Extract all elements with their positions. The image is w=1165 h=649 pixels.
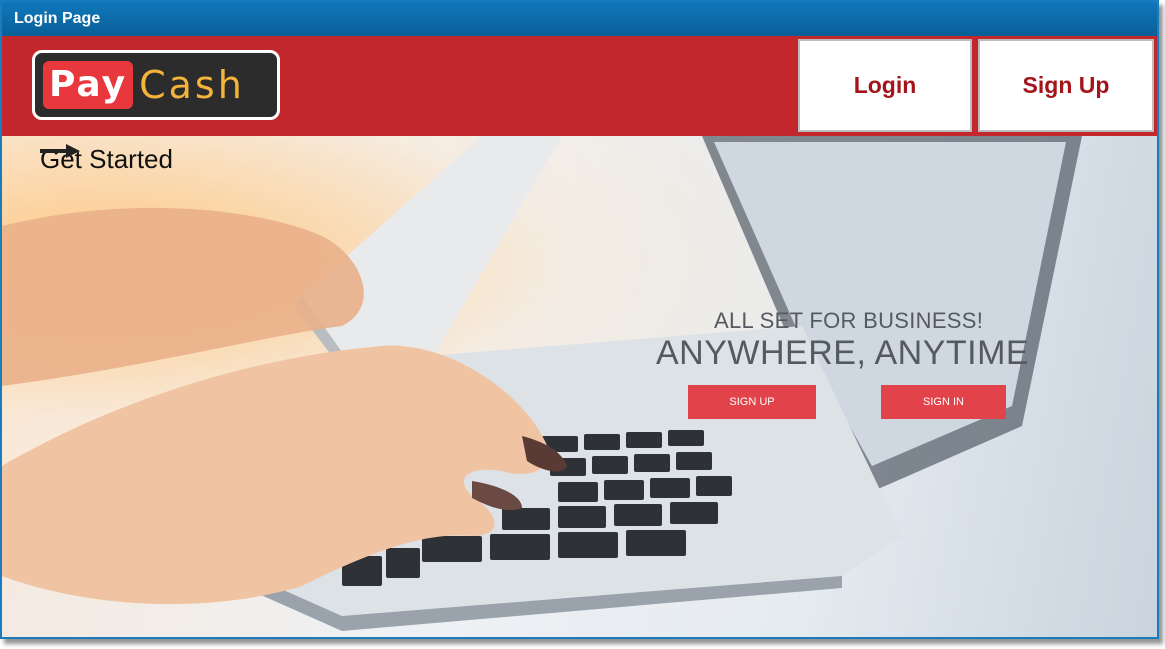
paycash-logo[interactable]: Pay Cash bbox=[32, 50, 280, 120]
sign-up-button[interactable]: Sign Up bbox=[978, 39, 1154, 132]
window-title: Login Page bbox=[2, 2, 1157, 36]
hero-sign-up-button[interactable]: SIGN UP bbox=[688, 385, 816, 419]
hero-tagline-small: ALL SET FOR BUSINESS! bbox=[714, 308, 984, 333]
hero-tagline-large: ANYWHERE, ANYTIME bbox=[656, 334, 1030, 372]
hero-sign-in-button[interactable]: SIGN IN bbox=[881, 385, 1006, 419]
login-button[interactable]: Login bbox=[798, 39, 972, 132]
site-header: Pay Cash Login Sign Up bbox=[2, 36, 1157, 136]
app-window: Login Page Pay Cash Login Sign Up Get St… bbox=[0, 0, 1159, 639]
logo-text-cash: Cash bbox=[139, 63, 245, 107]
get-started-link[interactable]: Get Started bbox=[40, 144, 179, 175]
hero-banner: Get Started ALL SET FOR BUSINESS! ANYWHE… bbox=[2, 136, 1157, 637]
logo-text-pay: Pay bbox=[43, 61, 134, 109]
